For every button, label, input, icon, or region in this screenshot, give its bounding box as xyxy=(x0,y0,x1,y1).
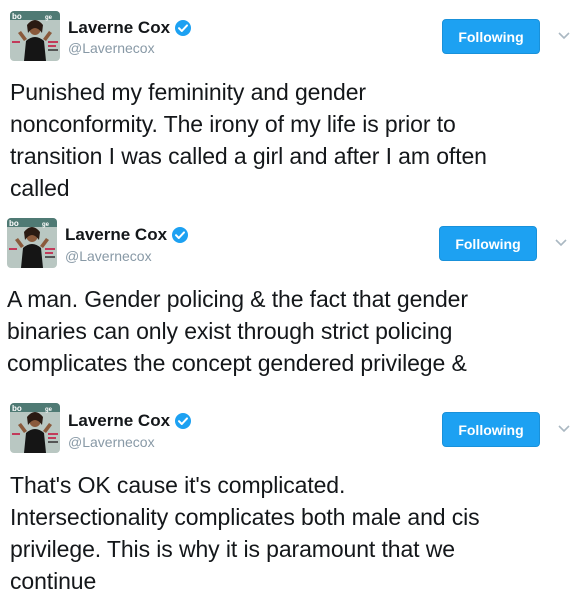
verified-badge-icon xyxy=(171,226,189,244)
verified-badge-icon xyxy=(174,412,192,430)
author-name-row: Laverne Cox xyxy=(65,225,189,245)
svg-text:bo: bo xyxy=(9,219,19,228)
following-button[interactable]: Following xyxy=(442,412,540,447)
svg-text:bo: bo xyxy=(12,12,22,21)
svg-text:bo: bo xyxy=(12,404,22,413)
tweet-card: bo ge Laverne Cox @Lavernecox Following … xyxy=(0,0,582,210)
author-display-name[interactable]: Laverne Cox xyxy=(65,225,167,245)
author-handle[interactable]: @Lavernecox xyxy=(65,248,152,264)
tweet-text-line: continue xyxy=(10,568,97,594)
avatar[interactable]: bo ge xyxy=(10,403,60,453)
chevron-down-icon[interactable] xyxy=(557,424,571,434)
author-name-row: Laverne Cox xyxy=(68,18,192,38)
tweet-text-line: Intersectionality complicates both male … xyxy=(10,504,480,530)
tweet-text-line: nonconformity. The irony of my life is p… xyxy=(10,111,456,137)
tweet-text-line: A man. Gender policing & the fact that g… xyxy=(7,286,468,312)
tweet-text-line: called xyxy=(10,175,70,201)
svg-text:ge: ge xyxy=(42,222,50,228)
chevron-down-icon[interactable] xyxy=(554,238,568,248)
avatar[interactable]: bo ge xyxy=(10,11,60,61)
tweet-text-line: complicates the concept gendered privile… xyxy=(7,350,467,376)
tweet-text-line: Punished my femininity and gender xyxy=(10,79,366,105)
verified-badge-icon xyxy=(174,19,192,37)
following-button[interactable]: Following xyxy=(442,19,540,54)
tweet-text: That's OK cause it's complicated. Inters… xyxy=(10,469,575,597)
author-display-name[interactable]: Laverne Cox xyxy=(68,411,170,431)
svg-text:ge: ge xyxy=(45,15,53,21)
svg-text:ge: ge xyxy=(45,407,53,413)
tweet-text-line: That's OK cause it's complicated. xyxy=(10,472,346,498)
tweet-text-line: binaries can only exist through strict p… xyxy=(7,318,453,344)
author-display-name[interactable]: Laverne Cox xyxy=(68,18,170,38)
author-handle[interactable]: @Lavernecox xyxy=(68,40,155,56)
tweet-card: bo ge Laverne Cox @Lavernecox Following … xyxy=(0,390,582,599)
tweet-text-line: privilege. This is why it is paramount t… xyxy=(10,536,455,562)
avatar[interactable]: bo ge xyxy=(7,218,57,268)
following-button[interactable]: Following xyxy=(439,226,537,261)
tweet-text-line: transition I was called a girl and after… xyxy=(10,143,487,169)
tweet-text: Punished my femininity and gender noncon… xyxy=(10,76,575,204)
chevron-down-icon[interactable] xyxy=(557,31,571,41)
author-handle[interactable]: @Lavernecox xyxy=(68,434,155,450)
tweet-text: A man. Gender policing & the fact that g… xyxy=(7,283,572,379)
tweet-card: bo ge Laverne Cox @Lavernecox Following … xyxy=(0,210,582,390)
author-name-row: Laverne Cox xyxy=(68,411,192,431)
